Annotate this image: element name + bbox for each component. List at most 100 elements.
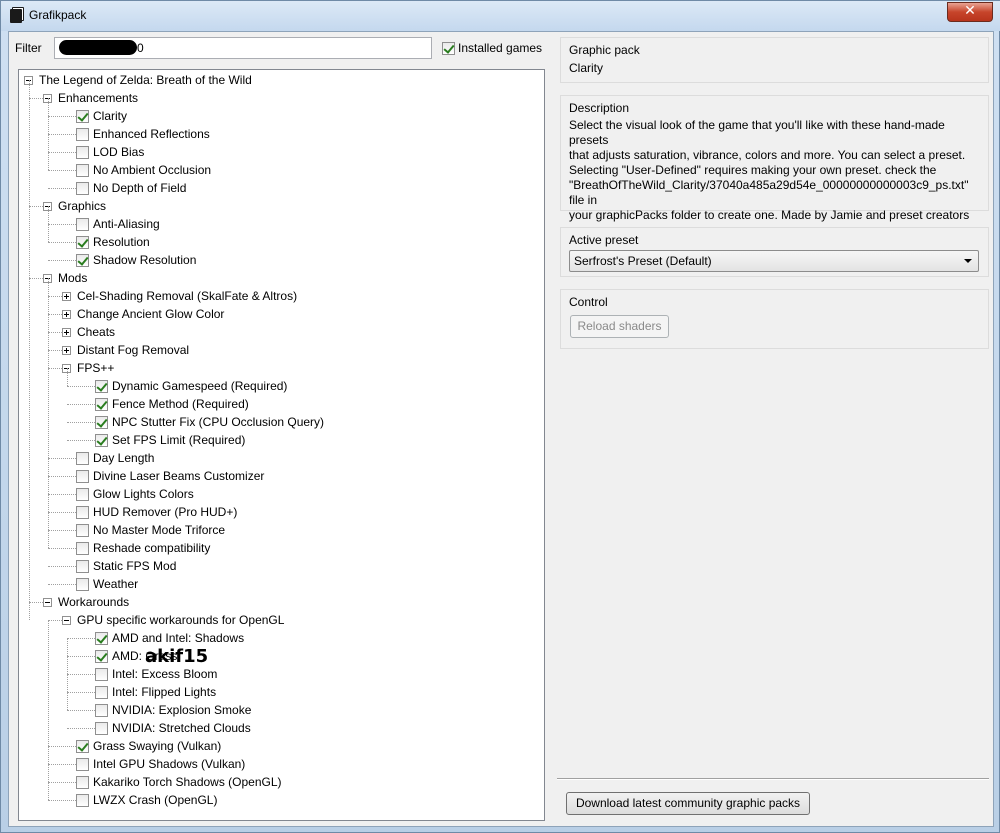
tree-item-checkbox[interactable] bbox=[76, 145, 89, 159]
tree-folder[interactable]: Workarounds bbox=[43, 593, 129, 611]
tree-item[interactable]: Grass Swaying (Vulkan) bbox=[76, 737, 221, 755]
tree-item[interactable]: Set FPS Limit (Required) bbox=[95, 431, 245, 449]
tree-item[interactable]: HUD Remover (Pro HUD+) bbox=[76, 503, 237, 521]
preset-dropdown[interactable]: Serfrost's Preset (Default) bbox=[569, 250, 979, 272]
tree-folder[interactable]: Graphics bbox=[43, 197, 106, 215]
tree-item[interactable]: AMD and Intel: Shadows bbox=[95, 629, 244, 647]
tree-connector bbox=[48, 314, 62, 315]
tree-folder[interactable]: FPS++ bbox=[62, 359, 114, 377]
tree-item-checkbox[interactable] bbox=[76, 775, 89, 789]
tree-folder[interactable]: Cel-Shading Removal (SkalFate & Altros) bbox=[62, 287, 297, 305]
tree-item-checkbox[interactable] bbox=[76, 451, 89, 465]
tree-folder[interactable]: Cheats bbox=[62, 323, 115, 341]
tree-item-checkbox[interactable] bbox=[95, 415, 108, 429]
tree-item-label: LOD Bias bbox=[93, 145, 145, 159]
tree-item[interactable]: Resolution bbox=[76, 233, 150, 251]
preset-value: Serfrost's Preset (Default) bbox=[574, 254, 712, 268]
tree-connector bbox=[67, 692, 95, 693]
tree-item[interactable]: Glow Lights Colors bbox=[76, 485, 194, 503]
tree-item-checkbox[interactable] bbox=[76, 217, 89, 231]
tree-item-checkbox[interactable] bbox=[76, 127, 89, 141]
tree-item-checkbox[interactable] bbox=[76, 253, 89, 267]
tree-connector bbox=[67, 440, 95, 441]
tree-item[interactable]: Fence Method (Required) bbox=[95, 395, 249, 413]
tree-item[interactable]: Enhanced Reflections bbox=[76, 125, 210, 143]
tree-folder[interactable]: Enhancements bbox=[43, 89, 138, 107]
tree-item-checkbox[interactable] bbox=[76, 235, 89, 249]
collapse-icon[interactable] bbox=[43, 597, 52, 607]
tree-item-checkbox[interactable] bbox=[76, 793, 89, 807]
tree-item-checkbox[interactable] bbox=[95, 433, 108, 447]
tree-item-checkbox[interactable] bbox=[76, 523, 89, 537]
close-button[interactable]: ✕ bbox=[947, 2, 993, 22]
tree-item-label: No Ambient Occlusion bbox=[93, 163, 212, 177]
tree-connector bbox=[67, 710, 95, 711]
tree-item[interactable]: LWZX Crash (OpenGL) bbox=[76, 791, 217, 809]
tree-item-checkbox[interactable] bbox=[76, 181, 89, 195]
title-bar[interactable]: Grafikpack ✕ bbox=[1, 1, 1000, 31]
tree-item[interactable]: Anti-Aliasing bbox=[76, 215, 160, 233]
description-line: Select the visual look of the game that … bbox=[569, 118, 945, 132]
tree-folder[interactable]: Distant Fog Removal bbox=[62, 341, 189, 359]
tree-guide bbox=[48, 278, 49, 548]
tree-item-checkbox[interactable] bbox=[76, 163, 89, 177]
tree-connector bbox=[48, 782, 76, 783]
tree-item[interactable]: Intel GPU Shadows (Vulkan) bbox=[76, 755, 245, 773]
tree-item[interactable]: LOD Bias bbox=[76, 143, 144, 161]
tree-item-checkbox[interactable] bbox=[95, 703, 108, 717]
graphic-pack-title: Graphic pack bbox=[569, 43, 640, 57]
tree-item[interactable]: No Ambient Occlusion bbox=[76, 161, 211, 179]
graphic-pack-tree[interactable]: The Legend of Zelda: Breath of the Wild E… bbox=[18, 69, 545, 821]
expand-icon[interactable] bbox=[62, 345, 71, 355]
tree-item-checkbox[interactable] bbox=[95, 379, 108, 393]
tree-item[interactable]: NVIDIA: Stretched Clouds bbox=[95, 719, 251, 737]
separator bbox=[557, 778, 989, 780]
tree-item-checkbox[interactable] bbox=[76, 109, 89, 123]
tree-item[interactable]: No Depth of Field bbox=[76, 179, 186, 197]
tree-connector bbox=[48, 350, 62, 351]
tree-item-checkbox[interactable] bbox=[76, 541, 89, 555]
tree-item[interactable]: No Master Mode Triforce bbox=[76, 521, 225, 539]
tree-item[interactable]: Intel: Excess Bloom bbox=[95, 665, 217, 683]
tree-item-checkbox[interactable] bbox=[76, 757, 89, 771]
installed-games-check[interactable] bbox=[442, 41, 455, 55]
tree-folder[interactable]: Mods bbox=[43, 269, 87, 287]
tree-item[interactable]: NVIDIA: Explosion Smoke bbox=[95, 701, 251, 719]
installed-games-checkbox[interactable]: Installed games bbox=[442, 41, 542, 55]
tree-item-checkbox[interactable] bbox=[76, 469, 89, 483]
tree-folder[interactable]: GPU specific workarounds for OpenGL bbox=[62, 611, 284, 629]
tree-item-checkbox[interactable] bbox=[76, 577, 89, 591]
tree-item[interactable]: Clarity bbox=[76, 107, 127, 125]
tree-item[interactable]: Shadow Resolution bbox=[76, 251, 196, 269]
tree-item-checkbox[interactable] bbox=[76, 487, 89, 501]
tree-item-label: Fence Method (Required) bbox=[112, 397, 249, 411]
tree-connector bbox=[48, 764, 76, 765]
collapse-icon[interactable] bbox=[62, 615, 71, 625]
tree-item-checkbox[interactable] bbox=[95, 685, 108, 699]
tree-item-checkbox[interactable] bbox=[76, 505, 89, 519]
expand-icon[interactable] bbox=[62, 291, 71, 301]
expand-icon[interactable] bbox=[62, 327, 71, 337]
tree-item[interactable]: Kakariko Torch Shadows (OpenGL) bbox=[76, 773, 282, 791]
download-graphic-packs-button[interactable]: Download latest community graphic packs bbox=[566, 792, 810, 815]
tree-guide bbox=[48, 98, 49, 170]
tree-item-checkbox[interactable] bbox=[95, 631, 108, 645]
tree-item[interactable]: Weather bbox=[76, 575, 138, 593]
tree-item-checkbox[interactable] bbox=[76, 739, 89, 753]
reload-shaders-button[interactable]: Reload shaders bbox=[570, 315, 669, 338]
expand-icon[interactable] bbox=[62, 309, 71, 319]
tree-item[interactable]: Static FPS Mod bbox=[76, 557, 176, 575]
tree-folder[interactable]: The Legend of Zelda: Breath of the Wild bbox=[24, 71, 252, 89]
tree-item[interactable]: Reshade compatibility bbox=[76, 539, 210, 557]
tree-item[interactable]: Divine Laser Beams Customizer bbox=[76, 467, 264, 485]
tree-item-checkbox[interactable] bbox=[76, 559, 89, 573]
tree-item[interactable]: Dynamic Gamespeed (Required) bbox=[95, 377, 287, 395]
tree-folder[interactable]: Change Ancient Glow Color bbox=[62, 305, 224, 323]
tree-item-checkbox[interactable] bbox=[95, 649, 108, 663]
tree-item-checkbox[interactable] bbox=[95, 667, 108, 681]
tree-item-checkbox[interactable] bbox=[95, 397, 108, 411]
tree-item[interactable]: Intel: Flipped Lights bbox=[95, 683, 216, 701]
tree-item-checkbox[interactable] bbox=[95, 721, 108, 735]
tree-item[interactable]: Day Length bbox=[76, 449, 154, 467]
tree-item[interactable]: NPC Stutter Fix (CPU Occlusion Query) bbox=[95, 413, 324, 431]
